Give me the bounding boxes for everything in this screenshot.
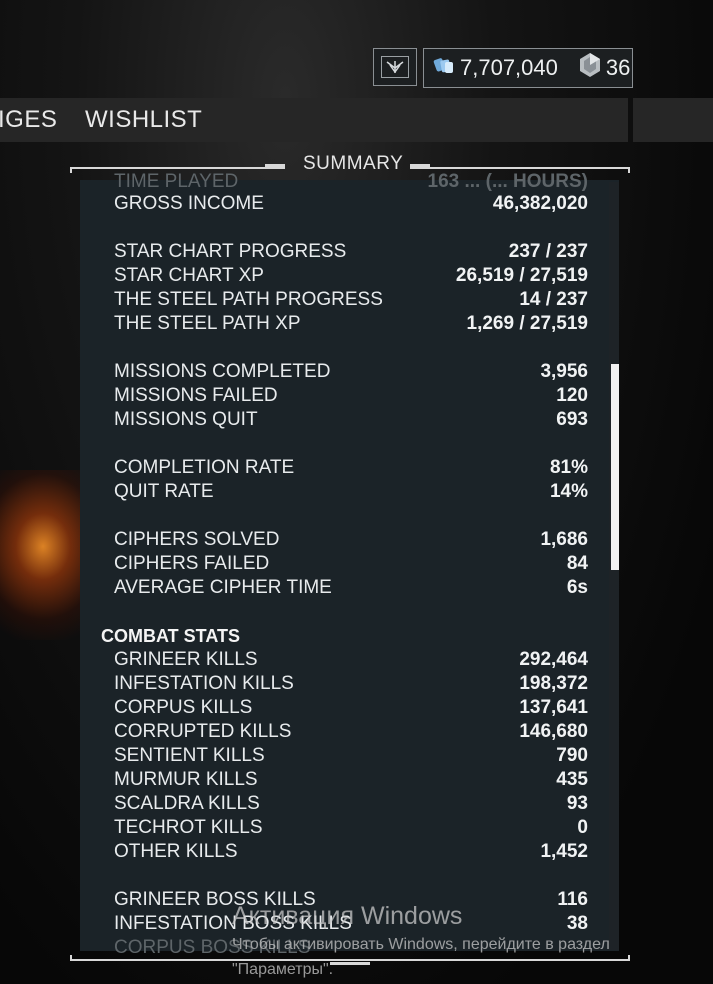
stat-value: 0 [577,817,588,838]
tabs-bar-extension [633,98,713,142]
tab-challenges[interactable]: IGES [0,106,57,134]
stat-label: AVERAGE CIPHER TIME [114,577,332,598]
stat-value: 435 [556,769,588,790]
summary-corner-right [628,167,630,173]
stat-value: 1,269 / 27,519 [466,313,589,334]
stat-row: MISSIONS COMPLETED 3,956 [114,360,588,384]
stat-value: 84 [566,553,588,574]
stat-value: 46,382,020 [492,193,588,214]
stat-label: QUIT RATE [114,481,214,502]
stat-row: INFESTATION KILLS 198,372 [114,672,588,696]
stat-value: 146,680 [519,721,588,742]
glyph-icon [381,56,409,78]
stat-value: 14% [549,481,588,502]
stat-label: MISSIONS COMPLETED [114,361,331,382]
stat-row: AVERAGE CIPHER TIME 6s [114,576,588,600]
stat-value: 1,686 [540,529,588,550]
stat-row: STAR CHART PROGRESS 237 / 237 [114,240,588,264]
windows-watermark-title: Активация Windows [232,902,463,930]
stat-row: QUIT RATE 14% [114,480,588,504]
stat-label: INFESTATION KILLS [114,673,294,694]
summary-divider-accent-right [410,164,430,167]
stat-value: 137,641 [519,697,588,718]
stat-value: 693 [556,409,588,430]
stat-row: THE STEEL PATH PROGRESS 14 / 237 [114,288,588,312]
stat-label: THE STEEL PATH XP [114,313,301,334]
stat-value: 14 / 237 [519,289,588,310]
stat-row: TECHROT KILLS 0 [114,816,588,840]
stat-row: MURMUR KILLS 435 [114,768,588,792]
summary-bottom-accent [330,962,370,965]
stat-label: CIPHERS FAILED [114,553,270,574]
stat-row: CIPHERS FAILED 84 [114,552,588,576]
stat-value: 292,464 [519,649,588,670]
stat-label: STAR CHART PROGRESS [114,241,347,262]
stat-value: 116 [557,889,588,910]
platinum-icon [578,52,602,84]
stat-label: GRINEER KILLS [114,649,258,670]
summary-bottom-corner-left [70,955,72,961]
stat-label: CORRUPTED KILLS [114,721,292,742]
stat-label: TIME PLAYED [114,171,239,192]
stat-row: MISSIONS QUIT 693 [114,408,588,432]
stat-label: MISSIONS FAILED [114,385,278,406]
combat-stats-heading: COMBAT STATS [101,626,240,646]
stat-row: CIPHERS SOLVED 1,686 [114,528,588,552]
stat-label: SCALDRA KILLS [114,793,260,814]
stat-label: THE STEEL PATH PROGRESS [114,289,383,310]
platinum-amount: 36 [605,55,631,80]
stage: 7,707,040 36 IGES WISHLIST SUMMARY TIME … [0,0,713,984]
stat-label: CORPUS KILLS [114,697,253,718]
stat-value: 93 [566,793,588,814]
stat-row: SENTIENT KILLS 790 [114,744,588,768]
stat-label: GROSS INCOME [114,193,264,214]
stat-value: 120 [556,385,588,406]
stat-label: MURMUR KILLS [114,769,258,790]
scrollbar-thumb[interactable] [611,364,619,570]
currency-display[interactable]: 7,707,040 36 [423,48,633,88]
stat-row: GROSS INCOME 46,382,020 [114,192,588,216]
stat-row: SCALDRA KILLS 93 [114,792,588,816]
stat-row-time-played: TIME PLAYED 163 ... (... HOURS) [114,170,588,194]
stat-value: 6s [566,577,588,598]
summary-corner-left [70,167,72,173]
summary-bottom-corner-right [628,955,630,961]
summary-bottom-divider [70,959,630,961]
summary-divider-right [410,167,630,169]
credits-icon [432,53,456,83]
stat-label: MISSIONS QUIT [114,409,258,430]
stat-row: STAR CHART XP 26,519 / 27,519 [114,264,588,288]
stat-row: COMPLETION RATE 81% [114,456,588,480]
stat-value: 237 / 237 [508,241,588,262]
stat-value: 3,956 [540,361,588,382]
stat-label: STAR CHART XP [114,265,264,286]
stat-value: 26,519 / 27,519 [455,265,588,286]
summary-divider-left [70,167,285,169]
windows-watermark-line1: Чтобы активировать Windows, перейдите в … [232,936,610,953]
summary-divider-accent [265,164,285,167]
stat-value: 163 ... (... HOURS) [427,171,588,192]
stat-label: CIPHERS SOLVED [114,529,280,550]
stat-row: THE STEEL PATH XP 1,269 / 27,519 [114,312,588,336]
stat-label: SENTIENT KILLS [114,745,265,766]
stat-row: MISSIONS FAILED 120 [114,384,588,408]
stat-value: 790 [556,745,588,766]
stat-label: OTHER KILLS [114,841,238,862]
stat-label: TECHROT KILLS [114,817,263,838]
stat-value: 81% [549,457,588,478]
stat-value: 1,452 [540,841,588,862]
stat-row: OTHER KILLS 1,452 [114,840,588,864]
stat-value: 38 [566,913,588,934]
stat-row: GRINEER KILLS 292,464 [114,648,588,672]
tab-wishlist[interactable]: WISHLIST [85,106,202,134]
glyph-button[interactable] [373,48,417,86]
stat-value: 198,372 [519,673,588,694]
stat-label: COMPLETION RATE [114,457,295,478]
stat-row: CORRUPTED KILLS 146,680 [114,720,588,744]
stat-row: CORPUS KILLS 137,641 [114,696,588,720]
windows-watermark-line2: "Параметры". [232,961,334,978]
credits-amount: 7,707,040 [460,55,558,80]
